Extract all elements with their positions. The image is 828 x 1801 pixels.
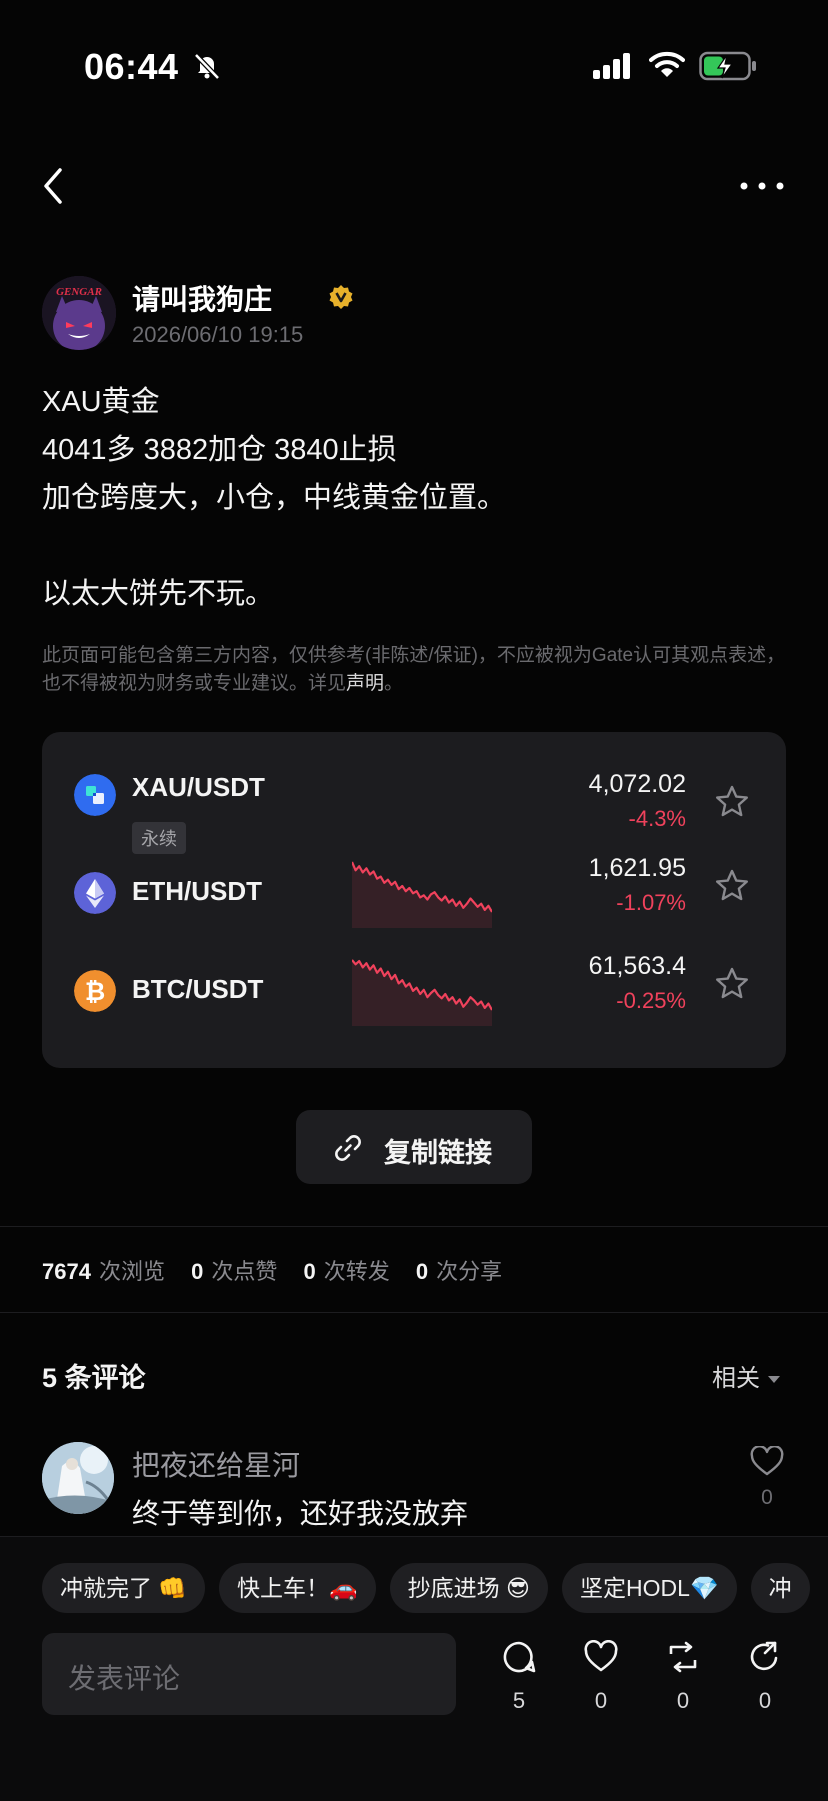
battery-charging-icon — [699, 51, 756, 81]
disclaimer-text: 此页面可能包含第三方内容，仅供参考(非陈述/保证)，不应被视为Gate认可其观点… — [42, 645, 786, 694]
copy-link-label: 复制链接 — [384, 1138, 492, 1168]
comment-action[interactable]: 5 — [495, 1640, 543, 1716]
quick-reply-chip[interactable]: 抄底进场 😎 — [389, 1563, 549, 1613]
disclaimer-end: 。 — [384, 673, 404, 694]
comment-like-count: 0 — [761, 1486, 773, 1509]
cell-signal-icon — [593, 53, 630, 79]
disclaimer: 此页面可能包含第三方内容，仅供参考(非陈述/保证)，不应被视为Gate认可其观点… — [42, 642, 790, 698]
svg-text:₿: ₿ — [85, 978, 105, 1006]
star-icon[interactable] — [714, 784, 750, 820]
commenter-name[interactable]: 把夜还给星河 — [132, 1444, 300, 1484]
btc-icon: ₿ — [74, 970, 116, 1012]
share-icon — [750, 1641, 778, 1671]
quick-reply-chip[interactable]: 冲就完了 👊 — [42, 1563, 206, 1613]
star-icon[interactable] — [714, 966, 750, 1002]
quick-reply-chip[interactable]: 快上车！🚗 — [219, 1563, 376, 1613]
post-content: XAU黄金 4041多 3882加仓 3840止损 加仓跨度大，小仓，中线黄金位… — [42, 378, 786, 618]
post-timestamp: 2026/06/10 19:15 — [132, 322, 304, 347]
caret-down-icon — [768, 1376, 780, 1384]
post-stats: 7674 次浏览 0 次点赞 0 次转发 0 次分享 — [42, 1254, 802, 1286]
bell-muted-icon — [194, 53, 220, 80]
author-name[interactable]: 请叫我狗庄 — [132, 278, 272, 318]
nav-bar — [0, 150, 828, 222]
back-arrow-icon[interactable] — [38, 164, 68, 208]
comment-item: 把夜还给星河 终于等到你，还好我没放弃 0 — [42, 1442, 786, 1529]
divider — [0, 1312, 828, 1313]
post-line: 加仓跨度大，小仓，中线黄金位置。 — [42, 482, 507, 514]
views-label: 次浏览 — [98, 1259, 165, 1284]
price-change: -4.3% — [628, 806, 686, 831]
commenter-avatar[interactable] — [42, 1442, 114, 1514]
verified-badge-icon — [329, 285, 353, 309]
share-action[interactable]: 0 — [741, 1640, 789, 1716]
comment-input-placeholder: 发表评论 — [68, 1663, 181, 1694]
repost-icon — [669, 1641, 697, 1673]
price-change: -1.07% — [616, 890, 686, 915]
comment-icon — [503, 1641, 536, 1673]
comment-sort-dropdown[interactable]: 相关 — [712, 1358, 780, 1393]
repost-action[interactable]: 0 — [659, 1640, 707, 1716]
shares-label: 次分享 — [436, 1259, 503, 1284]
comment-text: 终于等到你，还好我没放弃 — [132, 1498, 469, 1529]
post-spacer — [42, 522, 786, 570]
reposts-label: 次转发 — [323, 1259, 390, 1284]
heart-icon[interactable] — [750, 1446, 784, 1478]
market-row-eth[interactable]: ETH/USDT 1,621.95 -1.07% — [42, 848, 786, 938]
svg-text:GENGAR: GENGAR — [56, 286, 102, 298]
price: 1,621.95 — [588, 854, 686, 882]
status-time: 06:44 — [84, 46, 179, 87]
wifi-icon — [649, 51, 685, 77]
pair-name: XAU/USDT — [132, 772, 265, 802]
views-count: 7674 — [42, 1259, 91, 1284]
post-line: 以太大饼先不玩。 — [42, 578, 275, 610]
market-card: XAU/USDT 永续 4,072.02 -4.3% ETH/USDT 1,62… — [42, 732, 786, 1068]
more-options-icon[interactable] — [738, 172, 786, 200]
eth-icon — [74, 872, 116, 914]
pair-name: ETH/USDT — [132, 876, 262, 906]
reposts-count: 0 — [303, 1259, 316, 1284]
copy-link-button[interactable]: 复制链接 — [296, 1110, 532, 1184]
status-bar: 06:44 — [0, 0, 828, 120]
sort-label: 相关 — [712, 1365, 760, 1392]
comment-count: 5 — [512, 1688, 526, 1713]
post-author: GENGAR 请叫我狗庄 2026/06/10 19:15 — [42, 276, 786, 352]
post-line: XAU黄金 — [42, 386, 160, 418]
market-row-xau[interactable]: XAU/USDT 永续 4,072.02 -4.3% — [42, 750, 786, 854]
price-change: -0.25% — [616, 988, 686, 1013]
quick-reply-chip[interactable]: 坚定HODL💎 — [562, 1563, 737, 1613]
star-icon[interactable] — [714, 868, 750, 904]
repost-count: 0 — [676, 1688, 690, 1713]
xau-icon — [74, 774, 116, 816]
likes-label: 次点赞 — [211, 1259, 278, 1284]
market-row-btc[interactable]: ₿ BTC/USDT 61,563.4 -0.25% — [42, 946, 786, 1036]
post-line: 4041多 3882加仓 3840止损 — [42, 434, 397, 466]
comments-title: 5 条评论 — [42, 1363, 146, 1393]
comment-input[interactable]: 发表评论 — [42, 1633, 456, 1715]
gengar-avatar-image: GENGAR — [42, 276, 116, 350]
quick-reply-chips: 冲就完了 👊 快上车！🚗 抄底进场 😎 坚定HODL💎 冲 — [42, 1563, 828, 1613]
statement-link[interactable]: 声明 — [346, 673, 384, 694]
like-action[interactable]: 0 — [577, 1640, 625, 1716]
divider — [0, 1226, 828, 1227]
link-icon — [335, 1135, 361, 1161]
heart-icon — [584, 1640, 618, 1672]
eth-sparkline — [352, 861, 492, 928]
shares-count: 0 — [415, 1259, 429, 1284]
likes-count: 0 — [191, 1259, 204, 1284]
btc-sparkline — [352, 959, 492, 1026]
author-avatar[interactable]: GENGAR — [42, 276, 116, 350]
like-count: 0 — [594, 1688, 608, 1713]
pair-name: BTC/USDT — [132, 974, 264, 1004]
price: 4,072.02 — [588, 770, 686, 798]
comment-composer-panel: 冲就完了 👊 快上车！🚗 抄底进场 😎 坚定HODL💎 冲 发表评论 5 0 0 0 — [0, 1536, 828, 1801]
commenter-avatar-image — [42, 1442, 114, 1514]
share-count: 0 — [758, 1688, 772, 1713]
price: 61,563.4 — [588, 952, 686, 980]
quick-reply-chip[interactable]: 冲 — [750, 1563, 810, 1613]
